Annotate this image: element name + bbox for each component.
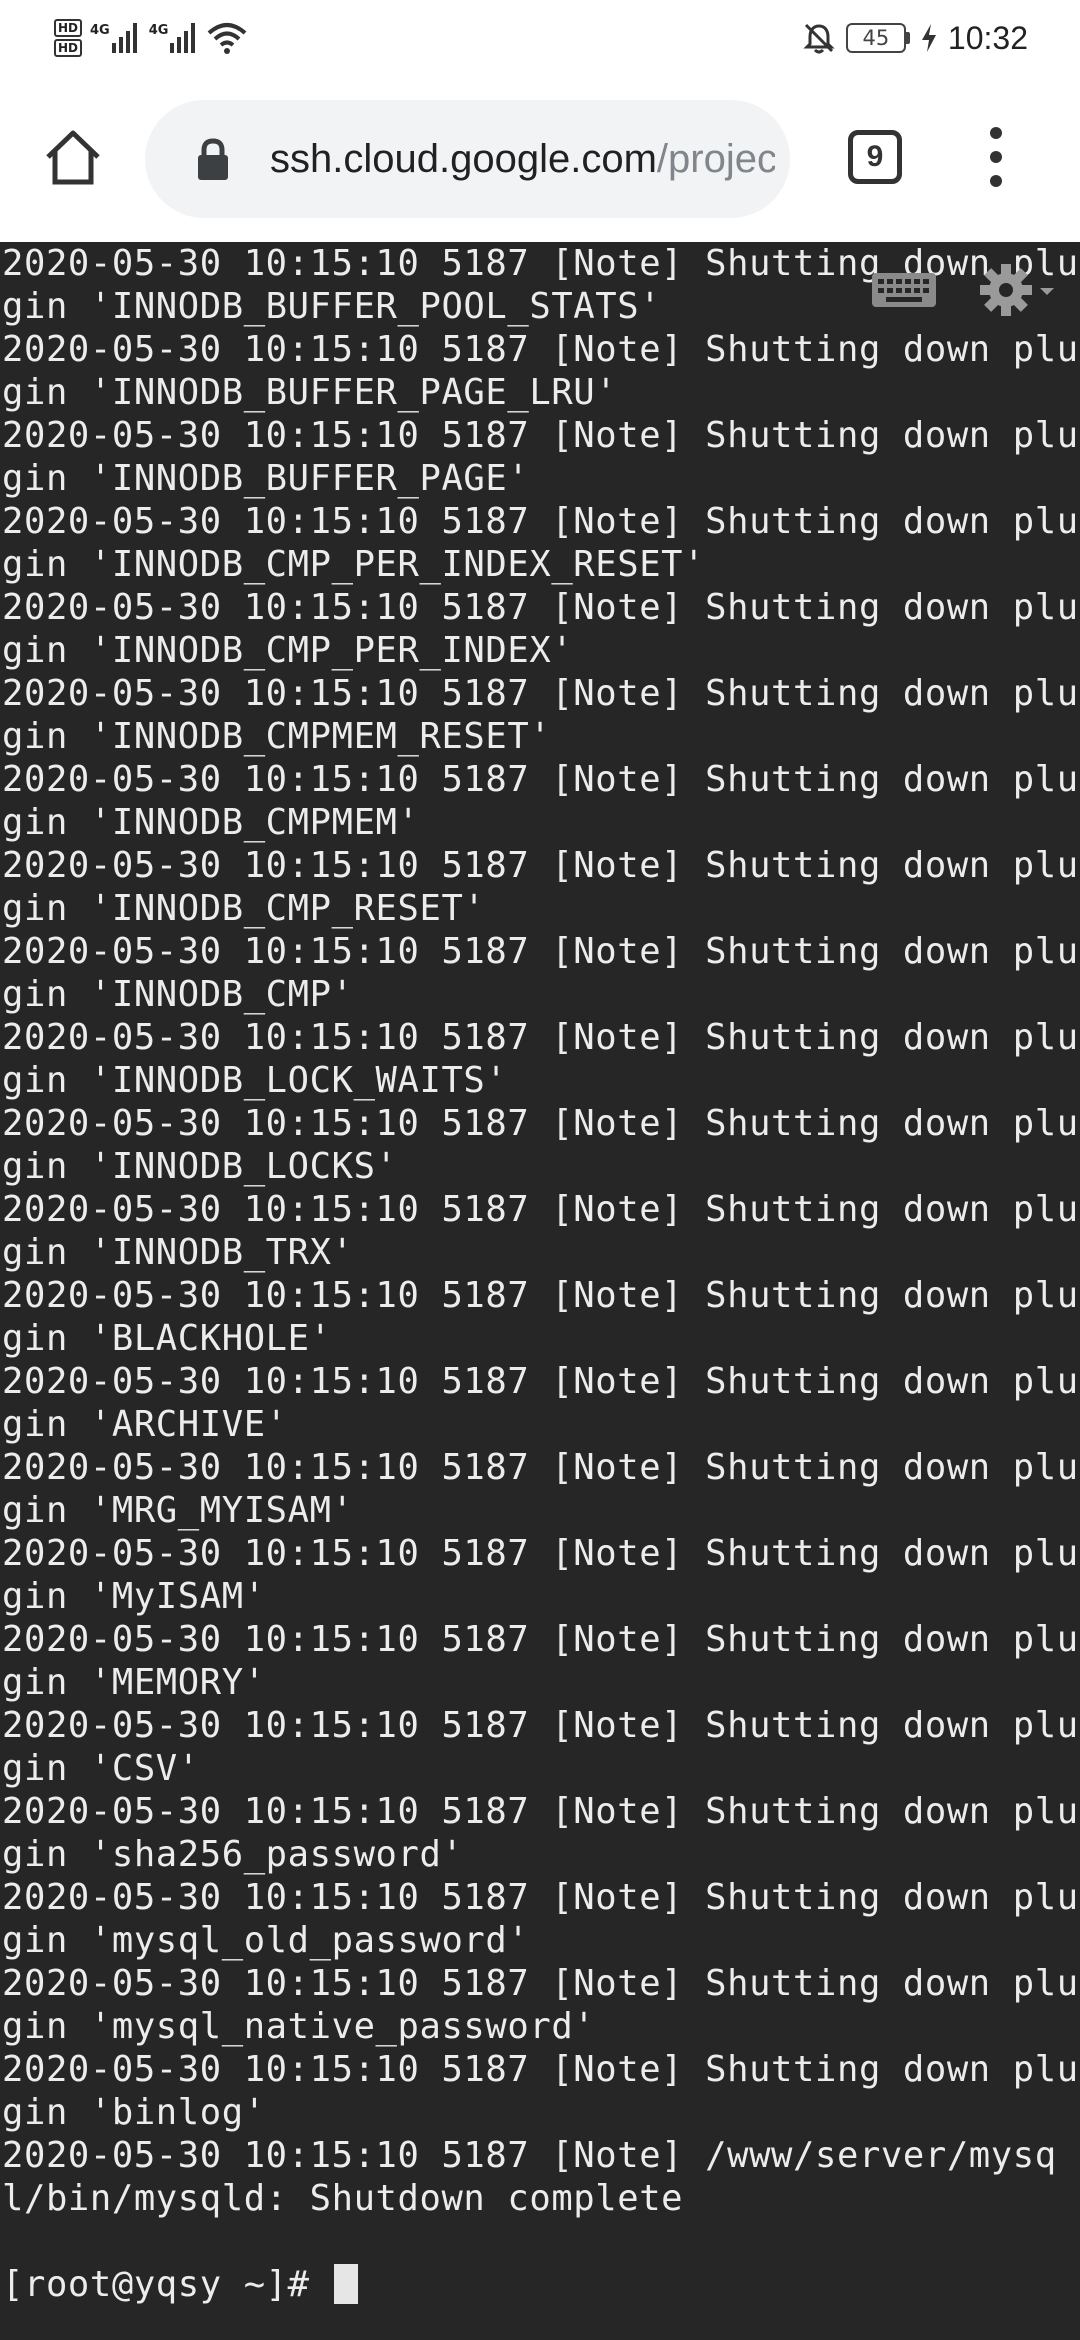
terminal-line: 2020-05-30 10:15:10 5187 [Note] Shutting… <box>2 2049 1079 2133</box>
terminal-line: 2020-05-30 10:15:10 5187 [Note] Shutting… <box>2 1533 1079 1617</box>
shell-prompt: [root@yqsy ~]# <box>2 2264 332 2305</box>
status-right: 45 10:32 <box>802 14 1028 62</box>
bell-off-icon <box>803 23 835 54</box>
terminal-line: 2020-05-30 10:15:10 5187 [Note] Shutting… <box>2 1189 1079 1273</box>
terminal-line: 2020-05-30 10:15:10 5187 [Note] Shutting… <box>2 1103 1079 1187</box>
charging-bolt-icon <box>921 24 936 52</box>
status-bar: HD HD 4G 4G 45 10:32 <box>0 0 1080 72</box>
terminal-line: 2020-05-30 10:15:10 5187 [Note] Shutting… <box>2 845 1079 929</box>
status-time: 10:32 <box>947 19 1028 56</box>
terminal-line: 2020-05-30 10:15:10 5187 [Note] Shutting… <box>2 501 1079 585</box>
lock-icon[interactable] <box>193 136 233 182</box>
terminal-cursor <box>333 2264 358 2304</box>
status-left: HD HD 4G 4G <box>54 14 247 62</box>
terminal-controls <box>870 260 1058 320</box>
url-path: /projects <box>656 137 775 181</box>
terminal[interactable]: 2020-05-30 10:15:10 5187 [Note] Shutting… <box>0 242 1080 2340</box>
terminal-line: 2020-05-30 10:15:10 5187 [Note] Shutting… <box>2 673 1079 757</box>
hd-badge-1: HD <box>54 19 83 37</box>
terminal-line: 2020-05-30 10:15:10 5187 [Note] Shutting… <box>2 1705 1079 1789</box>
url-text[interactable]: ssh.cloud.google.com/projects <box>270 100 775 218</box>
terminal-line: 2020-05-30 10:15:10 5187 [Note] Shutting… <box>2 587 1079 671</box>
signal-icon: 4G <box>90 23 137 53</box>
keyboard-icon[interactable] <box>870 269 938 311</box>
home-icon <box>46 130 100 185</box>
terminal-line: 2020-05-30 10:15:10 5187 [Note] Shutting… <box>2 1963 1079 2047</box>
terminal-line: 2020-05-30 10:15:10 5187 [Note] Shutting… <box>2 1791 1079 1875</box>
signal-icon-2: 4G <box>149 23 196 53</box>
wifi-icon <box>208 23 247 54</box>
terminal-line: 2020-05-30 10:15:10 5187 [Note] /www/ser… <box>2 2135 1057 2219</box>
network-type-1: 4G <box>90 23 110 38</box>
terminal-line: 2020-05-30 10:15:10 5187 [Note] Shutting… <box>2 329 1079 413</box>
terminal-line: 2020-05-30 10:15:10 5187 [Note] Shutting… <box>2 759 1079 843</box>
tab-count: 9 <box>866 140 884 173</box>
settings-icon[interactable] <box>976 260 1058 320</box>
home-button[interactable] <box>28 114 118 200</box>
terminal-line: 2020-05-30 10:15:10 5187 [Note] Shutting… <box>2 1017 1079 1101</box>
url-host: ssh.cloud.google.com <box>270 137 657 181</box>
terminal-line: 2020-05-30 10:15:10 5187 [Note] Shutting… <box>2 1619 1079 1703</box>
url-bar[interactable]: ssh.cloud.google.com/projects <box>145 100 790 218</box>
terminal-line: 2020-05-30 10:15:10 5187 [Note] Shutting… <box>2 931 1079 1015</box>
hd-badge-2: HD <box>54 39 83 57</box>
tabs-button[interactable]: 9 <box>848 130 902 184</box>
battery-level: 45 <box>862 26 890 50</box>
terminal-line: 2020-05-30 10:15:10 5187 [Note] Shutting… <box>2 1877 1079 1961</box>
terminal-line: 2020-05-30 10:15:10 5187 [Note] Shutting… <box>2 1361 1079 1445</box>
terminal-line: 2020-05-30 10:15:10 5187 [Note] Shutting… <box>2 1447 1079 1531</box>
network-type-2: 4G <box>148 23 169 38</box>
prompt-line[interactable]: [root@yqsy ~]# <box>2 2263 1080 2306</box>
hd-icon: HD HD <box>54 18 83 58</box>
battery-icon: 45 <box>845 23 910 53</box>
terminal-line: 2020-05-30 10:15:10 5187 [Note] Shutting… <box>2 415 1079 499</box>
terminal-line: 2020-05-30 10:15:10 5187 [Note] Shutting… <box>2 1275 1079 1359</box>
terminal-output: 2020-05-30 10:15:10 5187 [Note] Shutting… <box>0 242 1080 2306</box>
more-vert-icon[interactable] <box>972 112 1020 202</box>
browser-toolbar: ssh.cloud.google.com/projects 9 <box>0 72 1080 242</box>
